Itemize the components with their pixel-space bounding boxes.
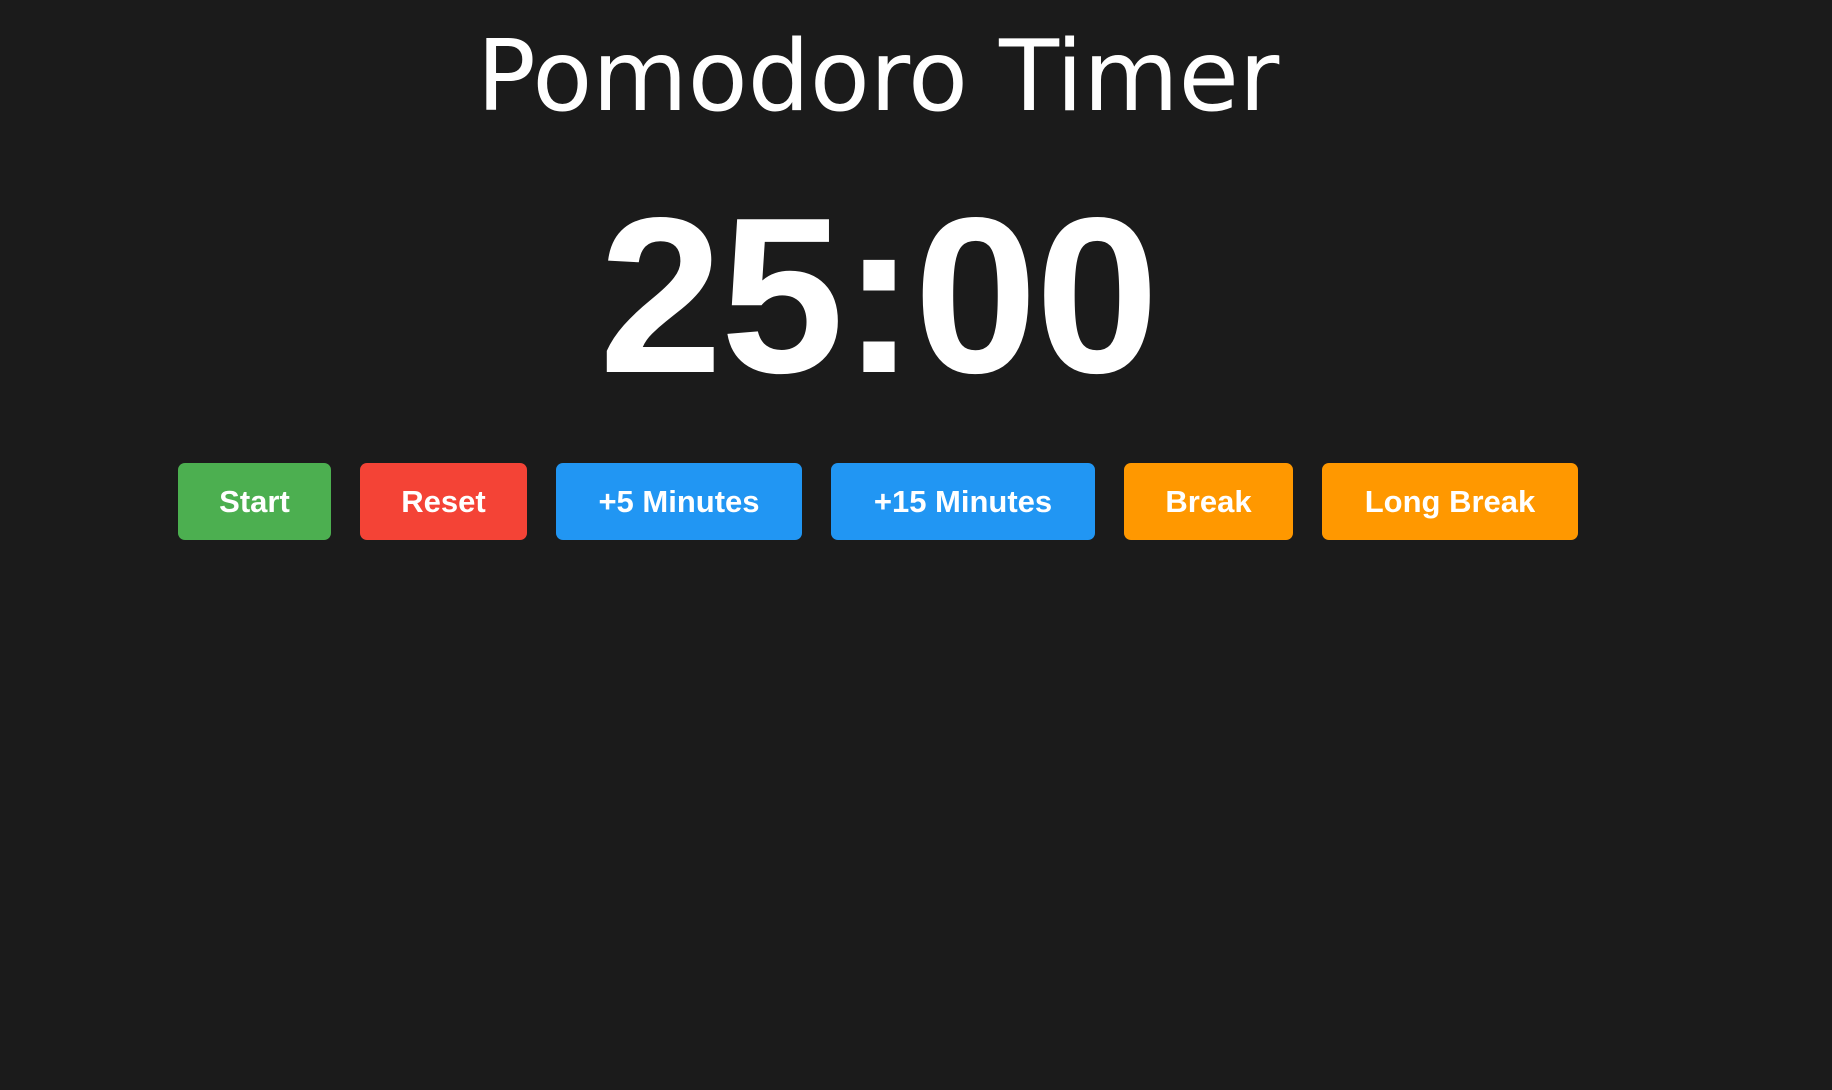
- timer-display: 25:00: [599, 172, 1159, 420]
- start-button[interactable]: Start: [178, 463, 331, 540]
- reset-button[interactable]: Reset: [360, 463, 527, 540]
- add-5-minutes-button[interactable]: +5 Minutes: [556, 463, 802, 540]
- pomodoro-page: Pomodoro Timer 25:00 Start Reset +5 Minu…: [0, 0, 1832, 1090]
- control-buttons: Start Reset +5 Minutes +15 Minutes Break…: [178, 463, 1578, 540]
- break-button[interactable]: Break: [1124, 463, 1293, 540]
- add-15-minutes-button[interactable]: +15 Minutes: [831, 463, 1095, 540]
- page-title: Pomodoro Timer: [476, 20, 1280, 134]
- long-break-button[interactable]: Long Break: [1322, 463, 1578, 540]
